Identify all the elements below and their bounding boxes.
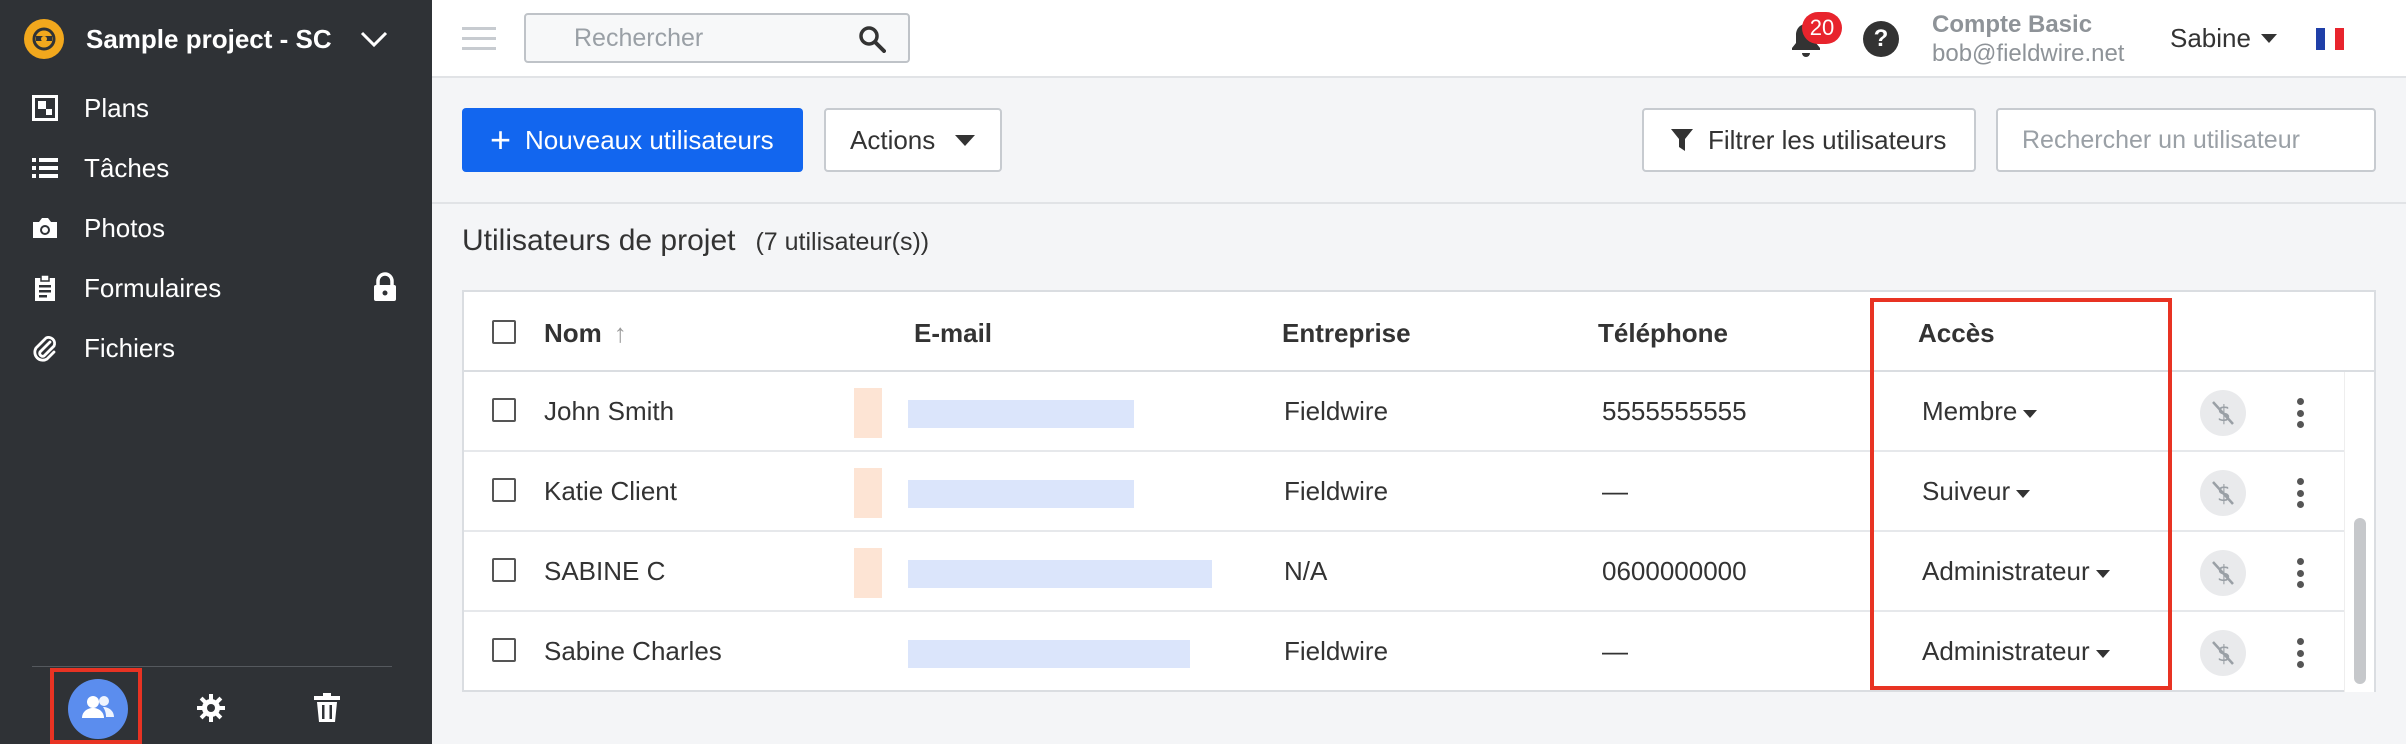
- account-plan: Compte Basic: [1932, 11, 2093, 38]
- access-column-highlight-box: [1870, 298, 2172, 690]
- select-all-checkbox[interactable]: [492, 320, 516, 344]
- email-cell-redacted: [852, 532, 1252, 612]
- user-menu[interactable]: Sabine: [2170, 23, 2277, 54]
- user-name-cell: John Smith: [544, 396, 675, 426]
- user-search-field: [1996, 108, 2376, 172]
- caret-down-icon: [955, 134, 976, 146]
- tasks-list-icon: [30, 153, 60, 183]
- new-users-label: Nouveaux utilisateurs: [525, 124, 774, 155]
- email-cell-redacted: [852, 612, 1252, 692]
- row-checkbox[interactable]: [492, 638, 516, 662]
- global-search: [524, 13, 910, 63]
- company-cell: Fieldwire: [1284, 636, 1389, 666]
- gear-icon: [196, 693, 226, 728]
- plus-icon: +: [490, 119, 512, 160]
- global-search-input[interactable]: [526, 15, 826, 61]
- plans-icon: [30, 93, 60, 123]
- company-cell: Fieldwire: [1284, 396, 1389, 426]
- page-title: Utilisateurs de projet (7 utilisateur(s)…: [462, 224, 929, 258]
- user-name-cell: SABINE C: [544, 556, 666, 586]
- sidebar-item-label: Plans: [84, 92, 150, 123]
- no-billing-dollar-icon[interactable]: $: [2200, 470, 2246, 516]
- lock-icon: [372, 272, 402, 302]
- company-cell: Fieldwire: [1284, 476, 1389, 506]
- column-name-label: Nom: [544, 318, 602, 348]
- project-settings-button[interactable]: [186, 685, 236, 735]
- row-more-options-icon[interactable]: [2288, 474, 2312, 512]
- delete-project-button[interactable]: [302, 685, 352, 735]
- user-name-cell: Katie Client: [544, 476, 677, 506]
- sidebar-item-photos[interactable]: Photos: [0, 198, 432, 258]
- sidebar-item-plans[interactable]: Plans: [0, 78, 432, 138]
- top-bar: 20 ? Compte Basic bob@fieldwire.net Sabi…: [432, 0, 2406, 78]
- divider: [432, 202, 2406, 204]
- phone-cell: 0600000000: [1602, 556, 1747, 586]
- paperclip-icon: [30, 333, 60, 363]
- column-header-phone[interactable]: Téléphone: [1598, 318, 1728, 349]
- sidebar-item-label: Formulaires: [84, 272, 222, 303]
- column-header-email[interactable]: E-mail: [914, 318, 992, 349]
- company-cell: N/A: [1284, 556, 1328, 586]
- email-cell-redacted: [852, 452, 1252, 532]
- row-more-options-icon[interactable]: [2288, 394, 2312, 432]
- row-checkbox[interactable]: [492, 558, 516, 582]
- row-checkbox[interactable]: [492, 478, 516, 502]
- camera-icon: [30, 213, 60, 243]
- sidebar-item-label: Tâches: [84, 152, 170, 183]
- sidebar-item-label: Fichiers: [84, 332, 176, 363]
- sidebar-item-forms[interactable]: Formulaires: [0, 258, 432, 318]
- user-name-cell: Sabine Charles: [544, 636, 722, 666]
- row-more-options-icon[interactable]: [2288, 554, 2312, 592]
- caret-down-icon: [2260, 34, 2277, 43]
- sidebar-item-label: Photos: [84, 212, 165, 243]
- help-icon[interactable]: ?: [1863, 21, 1899, 57]
- section-title-text: Utilisateurs de projet: [462, 224, 736, 257]
- account-email: bob@fieldwire.net: [1932, 40, 2125, 67]
- no-billing-dollar-icon[interactable]: $: [2200, 630, 2246, 676]
- filter-funnel-icon: [1670, 127, 1696, 153]
- column-header-name[interactable]: Nom ↑: [544, 318, 627, 349]
- account-info: Compte Basic bob@fieldwire.net: [1932, 10, 2124, 68]
- user-count: (7 utilisateur(s)): [755, 228, 930, 256]
- filter-users-button[interactable]: Filtrer les utilisateurs: [1642, 108, 1976, 172]
- notifications-badge: 20: [1802, 12, 1842, 44]
- sidebar: Sample project - SC Plans Tâches Photos …: [0, 0, 432, 744]
- no-billing-dollar-icon[interactable]: $: [2200, 390, 2246, 436]
- phone-cell: —: [1602, 636, 1628, 666]
- french-flag-icon[interactable]: [2316, 28, 2344, 50]
- trash-icon: [314, 692, 340, 728]
- column-header-company[interactable]: Entreprise: [1282, 318, 1411, 349]
- row-more-options-icon[interactable]: [2288, 634, 2312, 672]
- phone-cell: —: [1602, 476, 1628, 506]
- clipboard-icon: [30, 273, 60, 303]
- sort-up-arrow-icon: ↑: [613, 318, 627, 348]
- actions-label: Actions: [850, 124, 936, 155]
- row-checkbox[interactable]: [492, 398, 516, 422]
- project-name: Sample project - SC: [86, 23, 332, 54]
- user-name: Sabine: [2170, 23, 2251, 53]
- hamburger-menu-icon[interactable]: [462, 24, 496, 54]
- project-selector[interactable]: Sample project - SC: [0, 0, 432, 78]
- fieldwire-logo-icon: [24, 19, 64, 59]
- filter-users-label: Filtrer les utilisateurs: [1708, 124, 1947, 155]
- new-users-button[interactable]: + Nouveaux utilisateurs: [462, 108, 803, 172]
- email-cell-redacted: [852, 372, 1252, 452]
- table-scrollbar-thumb[interactable]: [2354, 518, 2366, 684]
- sidebar-item-tasks[interactable]: Tâches: [0, 138, 432, 198]
- user-search-input[interactable]: [1998, 110, 2374, 170]
- chevron-down-icon[interactable]: [356, 21, 392, 57]
- search-icon[interactable]: [858, 25, 886, 53]
- sidebar-item-files[interactable]: Fichiers: [0, 318, 432, 378]
- users-highlight-box: [50, 668, 142, 744]
- actions-dropdown[interactable]: Actions: [824, 108, 1002, 172]
- phone-cell: 5555555555: [1602, 396, 1747, 426]
- no-billing-dollar-icon[interactable]: $: [2200, 550, 2246, 596]
